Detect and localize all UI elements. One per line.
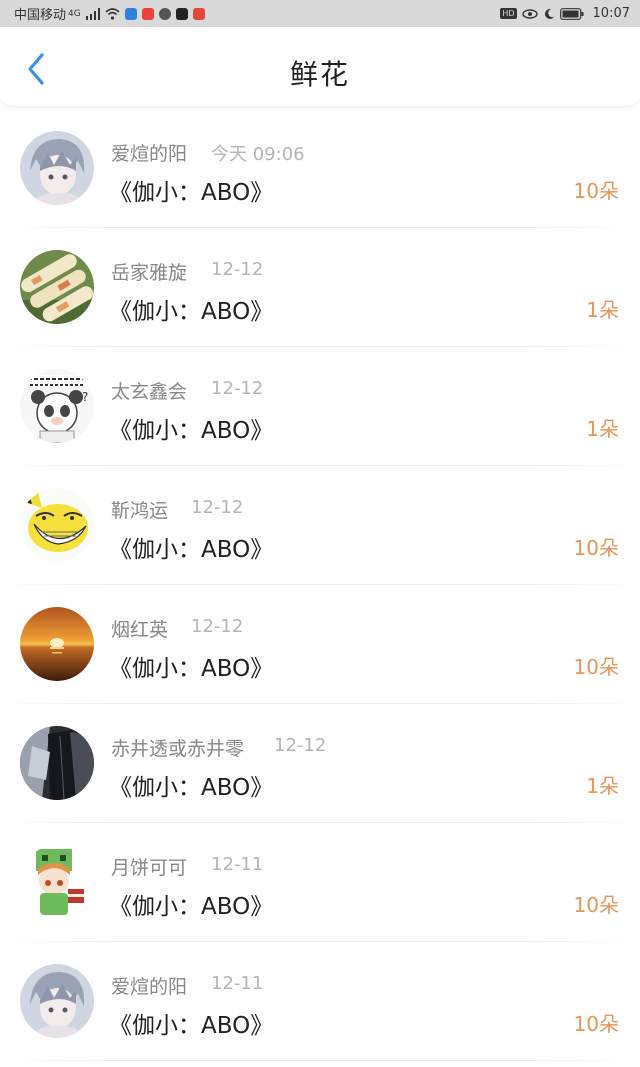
tiktok-icon: [175, 7, 188, 20]
sender-name: 靳鸿运: [111, 500, 169, 522]
sender-name: 岳家雅旋: [111, 262, 188, 284]
clock: 10:07: [592, 6, 630, 21]
sender-name: 太玄鑫会: [111, 381, 188, 403]
sender-name: 月饼可可: [111, 857, 188, 879]
sender-name: 爱煊的阳: [111, 976, 188, 998]
avatar[interactable]: [20, 131, 94, 205]
list-item[interactable]: 月饼可可 12-11 《伽小：ABO》 10朵: [0, 823, 640, 942]
wifi-icon: [105, 7, 120, 20]
moon-icon: [543, 8, 555, 20]
book-title: 《伽小：ABO》: [109, 894, 274, 920]
send-date: 12-12: [211, 259, 264, 280]
sender-name: 爱煊的阳: [111, 143, 188, 165]
status-left: 中国移动 4G: [14, 4, 205, 23]
carrier-name: 中国移动: [14, 8, 67, 23]
list-item[interactable]: 靳鸿运 12-12 《伽小：ABO》 10朵: [0, 466, 640, 585]
send-date: 12-12: [191, 497, 244, 518]
avatar[interactable]: [20, 964, 94, 1038]
send-date: 12-12: [274, 735, 327, 756]
book-title: 《伽小：ABO》: [109, 180, 274, 206]
book-title: 《伽小：ABO》: [109, 537, 274, 563]
shield-app-icon: [124, 7, 137, 20]
list-item[interactable]: 烟红英 12-12 《伽小：ABO》 10朵: [0, 585, 640, 704]
list-item[interactable]: 赤井透或赤井零 12-12 《伽小：ABO》 1朵: [0, 704, 640, 823]
send-date: 12-11: [211, 854, 264, 875]
flower-count: 10朵: [573, 655, 619, 679]
flower-count: 10朵: [573, 536, 619, 560]
flower-count: 10朵: [573, 893, 619, 917]
status-right: HD 10:07: [500, 6, 630, 21]
list-item[interactable]: 爱煊的阳 今天 09:06 《伽小：ABO》 10朵: [0, 109, 640, 228]
page-title: 鲜花: [289, 58, 350, 91]
book-title: 《伽小：ABO》: [109, 656, 274, 682]
list-item[interactable]: ? 太玄鑫会 12-12 《伽小：ABO》 1朵: [0, 347, 640, 466]
network-type: 4G: [68, 8, 81, 19]
book-title: 《伽小：ABO》: [109, 299, 274, 325]
eye-icon: [521, 8, 538, 19]
book-title: 《伽小：ABO》: [109, 418, 274, 444]
nav-header: 鲜花: [0, 27, 640, 107]
flower-gift-list: 爱煊的阳 今天 09:06 《伽小：ABO》 10朵 岳家雅旋 12-12 《伽…: [0, 109, 640, 1061]
send-date: 12-12: [191, 616, 244, 637]
send-date: 今天 09:06: [211, 144, 305, 165]
avatar[interactable]: ?: [20, 369, 94, 443]
book-title: 《伽小：ABO》: [109, 775, 274, 801]
flower-count: 10朵: [573, 1012, 619, 1036]
flower-count: 10朵: [573, 179, 619, 203]
send-date: 12-11: [211, 973, 264, 994]
avatar[interactable]: [20, 488, 94, 562]
red-app-icon: [141, 7, 154, 20]
send-date: 12-12: [211, 378, 264, 399]
list-item[interactable]: 爱煊的阳 12-11 《伽小：ABO》 10朵: [0, 942, 640, 1061]
hd-icon: HD: [500, 8, 517, 19]
wechat-icon: [158, 7, 171, 20]
flower-count: 1朵: [586, 298, 619, 322]
sender-name: 赤井透或赤井零: [111, 738, 245, 760]
signal-icon: [85, 7, 100, 20]
list-item[interactable]: 岳家雅旋 12-12 《伽小：ABO》 1朵: [0, 228, 640, 347]
battery-icon: [559, 7, 584, 20]
status-bar: 中国移动 4G HD 10:07: [0, 0, 640, 27]
avatar[interactable]: [20, 726, 94, 800]
flower-count: 1朵: [586, 774, 619, 798]
sender-name: 烟红英: [111, 619, 169, 641]
avatar[interactable]: [20, 250, 94, 324]
book-title: 《伽小：ABO》: [109, 1013, 274, 1039]
avatar[interactable]: [20, 607, 94, 681]
flower-count: 1朵: [586, 417, 619, 441]
avatar[interactable]: [20, 845, 94, 919]
red-square-app-icon: [192, 7, 205, 20]
svg-text:?: ?: [82, 390, 88, 404]
